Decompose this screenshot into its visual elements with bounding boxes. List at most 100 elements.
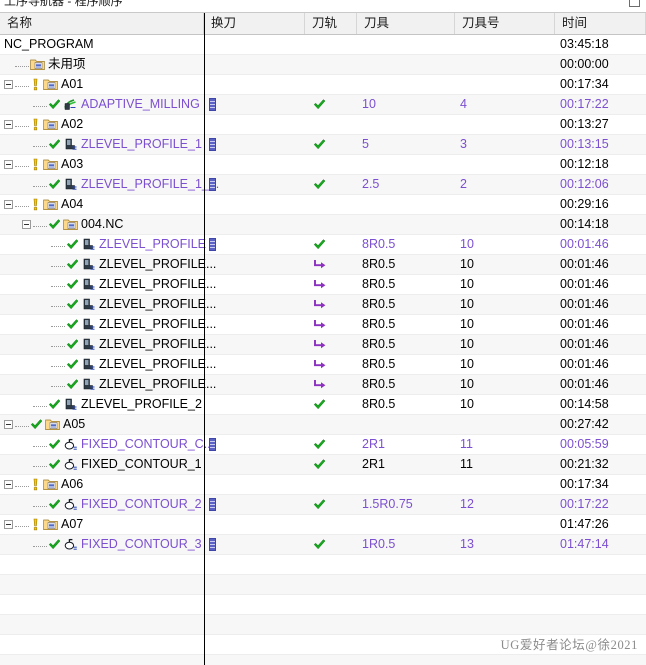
tool-number-cell: 10 — [460, 237, 474, 251]
tree-node[interactable]: ZLEVEL_PROFILE_2 — [4, 395, 202, 414]
column-header-time[interactable]: 时间 — [555, 13, 646, 34]
close-icon[interactable] — [629, 0, 640, 7]
empty-row[interactable] — [0, 555, 646, 575]
table-row[interactable]: ZLEVEL_PROFILE... 8R0.5 10 00:01:46 — [0, 275, 646, 295]
table-row[interactable]: ZLEVEL_PROFILE_1_... 2.5 2 00:12:06 — [0, 175, 646, 195]
tool-cell: 8R0.5 — [362, 237, 396, 251]
time-cell: 00:01:46 — [560, 337, 609, 351]
tree-node-label: FIXED_CONTOUR_3 — [81, 537, 202, 552]
tool-cell — [362, 515, 452, 534]
table-row[interactable]: NC_PROGRAM 03:45:18 — [0, 35, 646, 55]
table-row[interactable]: A06 00:17:34 — [0, 475, 646, 495]
tree-node[interactable]: A01 — [4, 75, 202, 94]
tree-node[interactable]: ZLEVEL_PROFILE... — [4, 355, 216, 374]
tool-change-cell — [209, 375, 302, 394]
toolpath-status-cell — [313, 255, 355, 274]
tree-node[interactable]: ZLEVEL_PROFILE... — [4, 275, 216, 294]
tree-node[interactable]: ZLEVEL_PROFILE... — [4, 255, 216, 274]
tool-change-cell — [209, 315, 302, 334]
tree-node[interactable]: ZLEVEL_PROFILE — [4, 235, 206, 254]
table-row[interactable]: ZLEVEL_PROFILE... 8R0.5 10 00:01:46 — [0, 295, 646, 315]
table-row[interactable]: ADAPTIVE_MILLING 10 4 00:17:22 — [0, 95, 646, 115]
green-check-icon — [313, 99, 326, 110]
tool-change-cell — [209, 235, 302, 254]
green-check-icon — [30, 419, 43, 430]
expander-collapse-icon[interactable] — [4, 200, 13, 210]
tree-node[interactable]: ZLEVEL_PROFILE_1_... — [4, 175, 219, 194]
table-row[interactable]: ZLEVEL_PROFILE... 8R0.5 10 00:01:46 — [0, 355, 646, 375]
tree-node[interactable]: FIXED_CONTOUR_2 — [4, 495, 202, 514]
grid-header-row: 名称 换刀 刀轨 刀具 刀具号 时间 — [0, 13, 646, 35]
table-row[interactable]: ZLEVEL_PROFILE... 8R0.5 10 00:01:46 — [0, 315, 646, 335]
empty-row[interactable] — [0, 595, 646, 615]
empty-row[interactable] — [0, 655, 646, 665]
time-cell: 00:27:42 — [560, 417, 609, 431]
tool-change-cell — [209, 195, 302, 214]
expander-collapse-icon[interactable] — [4, 480, 13, 490]
table-row[interactable]: ZLEVEL_PROFILE... 8R0.5 10 00:01:46 — [0, 335, 646, 355]
tree-node[interactable]: A07 — [4, 515, 202, 534]
table-row[interactable]: ZLEVEL_PROFILE... 8R0.5 10 00:01:46 — [0, 255, 646, 275]
tree-node[interactable]: ZLEVEL_PROFILE... — [4, 335, 216, 354]
table-row[interactable]: A07 01:47:26 — [0, 515, 646, 535]
tree-node-label: A05 — [63, 417, 86, 432]
table-row[interactable]: FIXED_CONTOUR_3 1R0.5 13 01:47:14 — [0, 535, 646, 555]
column-header-tool[interactable]: 刀具 — [357, 13, 455, 34]
table-row[interactable]: ZLEVEL_PROFILE 8R0.5 10 00:01:46 — [0, 235, 646, 255]
watermark-text: UG爱好者论坛@徐2021 — [500, 638, 638, 652]
tree-node[interactable]: ZLEVEL_PROFILE... — [4, 295, 216, 314]
column-header-path[interactable]: 刀轨 — [305, 13, 357, 34]
table-row[interactable]: A04 00:29:16 — [0, 195, 646, 215]
table-row[interactable]: A03 00:12:18 — [0, 155, 646, 175]
expander-collapse-icon[interactable] — [22, 220, 31, 230]
tree-node[interactable]: FIXED_CONTOUR_C... — [4, 435, 214, 454]
column-header-toolno[interactable]: 刀具号 — [455, 13, 555, 34]
empty-row[interactable] — [0, 575, 646, 595]
tree-node[interactable]: A03 — [4, 155, 202, 174]
table-row[interactable]: FIXED_CONTOUR_1 2R1 11 00:21:32 — [0, 455, 646, 475]
table-row[interactable]: A01 00:17:34 — [0, 75, 646, 95]
expander-collapse-icon[interactable] — [4, 420, 13, 430]
tree-node[interactable]: NC_PROGRAM — [4, 35, 202, 54]
empty-row[interactable] — [0, 615, 646, 635]
tree-node[interactable]: ZLEVEL_PROFILE... — [4, 375, 216, 394]
table-row[interactable]: 004.NC 00:14:18 — [0, 215, 646, 235]
tree-node[interactable]: ZLEVEL_PROFILE... — [4, 315, 216, 334]
column-header-name[interactable]: 名称 — [0, 13, 204, 34]
expander-collapse-icon[interactable] — [4, 160, 13, 170]
tree-node[interactable]: A04 — [4, 195, 202, 214]
fixed-contour-operation-icon — [64, 538, 77, 550]
expander-collapse-icon[interactable] — [4, 520, 13, 530]
tree-node[interactable]: A05 — [4, 415, 202, 434]
table-row[interactable]: ZLEVEL_PROFILE_1 5 3 00:13:15 — [0, 135, 646, 155]
tree-node[interactable]: A02 — [4, 115, 202, 134]
tree-node[interactable]: FIXED_CONTOUR_1 — [4, 455, 202, 474]
table-row[interactable]: 未用项 00:00:00 — [0, 55, 646, 75]
tree-node-label: ZLEVEL_PROFILE... — [99, 337, 217, 352]
tree-node[interactable]: ADAPTIVE_MILLING — [4, 95, 202, 114]
green-check-icon — [48, 539, 61, 550]
tree-node[interactable]: A06 — [4, 475, 202, 494]
tree-guide-line — [15, 418, 29, 428]
toolpath-status-cell — [313, 55, 355, 74]
time-cell: 00:14:58 — [560, 397, 609, 411]
tree-node[interactable]: ZLEVEL_PROFILE_1 — [4, 135, 202, 154]
tool-change-cell — [209, 75, 302, 94]
expander-collapse-icon[interactable] — [4, 120, 13, 130]
green-check-icon — [48, 219, 61, 230]
tree-guide-line — [33, 98, 47, 108]
table-row[interactable]: A02 00:13:27 — [0, 115, 646, 135]
tool-number-cell: 10 — [460, 397, 474, 411]
tree-node[interactable]: 004.NC — [4, 215, 202, 234]
tree-guide-line — [15, 78, 29, 88]
column-header-change[interactable]: 换刀 — [204, 13, 305, 34]
expander-collapse-icon[interactable] — [4, 80, 13, 90]
table-row[interactable]: ZLEVEL_PROFILE_2 8R0.5 10 00:14:58 — [0, 395, 646, 415]
tree-node[interactable]: FIXED_CONTOUR_3 — [4, 535, 202, 554]
table-row[interactable]: FIXED_CONTOUR_C... 2R1 11 00:05:59 — [0, 435, 646, 455]
tree-guide-line — [15, 118, 29, 128]
table-row[interactable]: FIXED_CONTOUR_2 1.5R0.75 12 00:17:22 — [0, 495, 646, 515]
table-row[interactable]: A05 00:27:42 — [0, 415, 646, 435]
tree-node[interactable]: 未用项 — [4, 55, 202, 74]
table-row[interactable]: ZLEVEL_PROFILE... 8R0.5 10 00:01:46 — [0, 375, 646, 395]
